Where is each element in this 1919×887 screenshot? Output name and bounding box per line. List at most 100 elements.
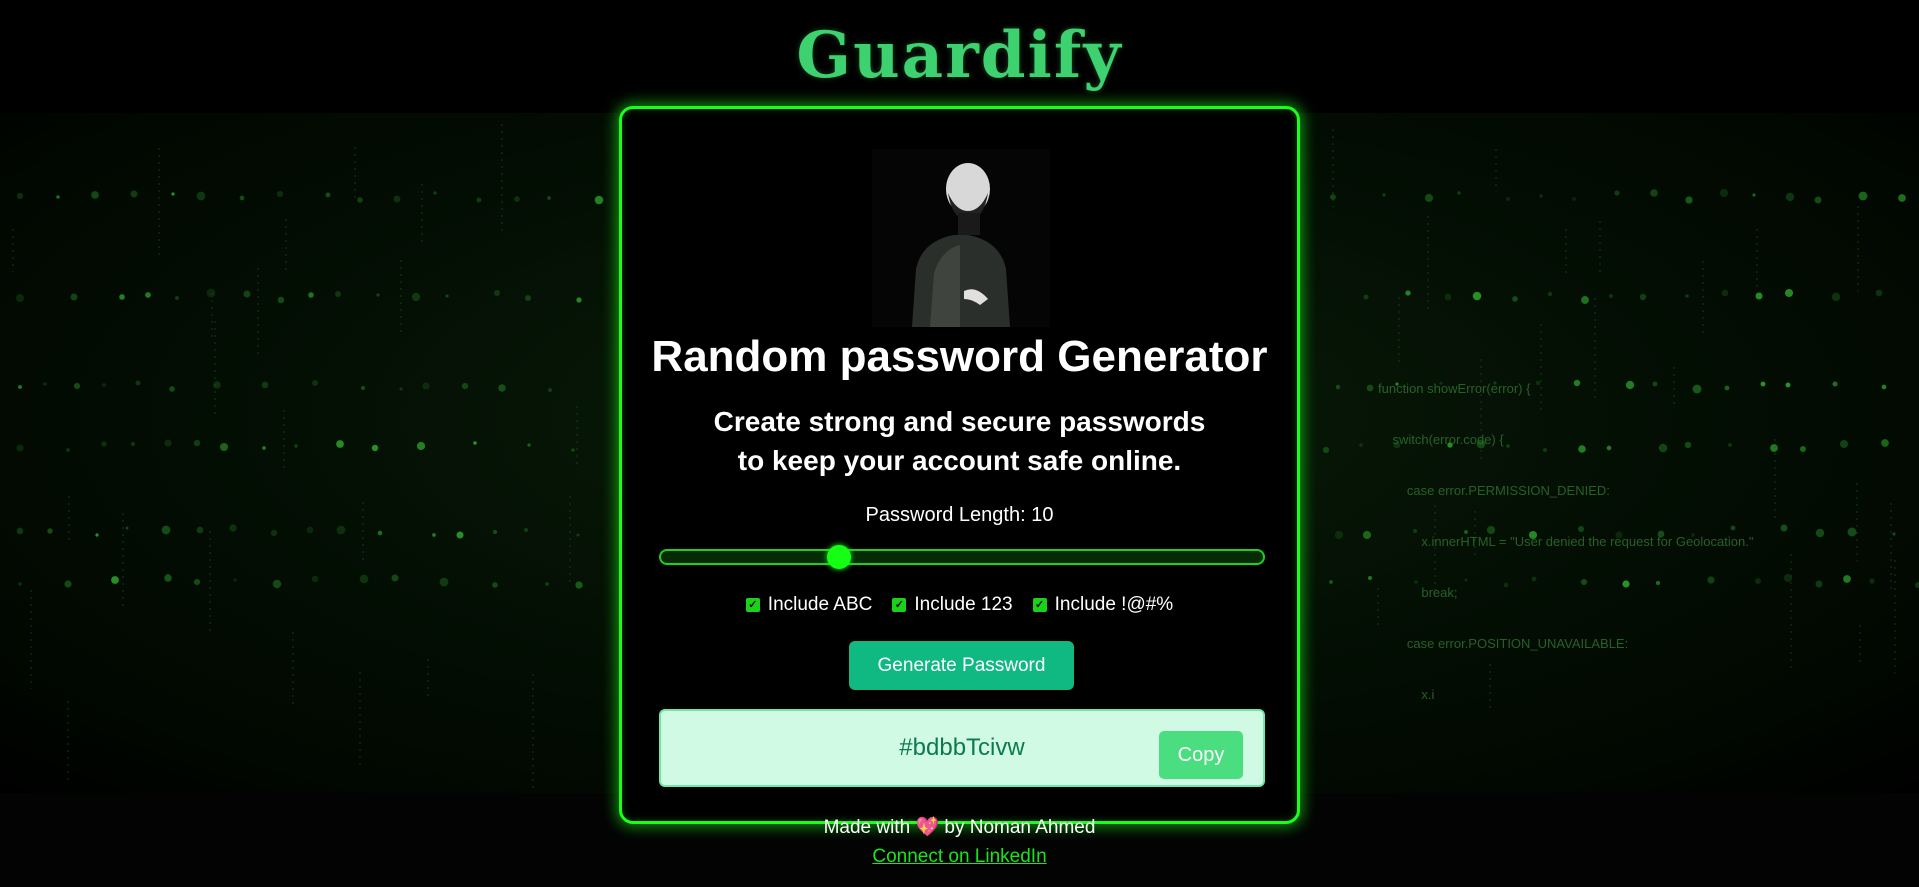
- background-dot: [1815, 528, 1825, 538]
- background-code: function showError(error) { switch(error…: [1378, 346, 1753, 737]
- background-code-line: case error.PERMISSION_DENIED:: [1378, 483, 1610, 498]
- copy-button[interactable]: Copy: [1159, 731, 1243, 779]
- background-dot: [193, 578, 201, 586]
- background-dot: [377, 530, 383, 536]
- checkbox-symbols[interactable]: ✓: [1032, 598, 1047, 612]
- background-dot: [1814, 196, 1822, 204]
- options-row: ✓ Include ABC ✓ Include 123 ✓ Include !@…: [622, 594, 1297, 616]
- background-dot: [193, 439, 201, 447]
- background-dot: [1869, 578, 1875, 584]
- background-dot: [16, 294, 24, 302]
- background-dot: [399, 387, 403, 391]
- background-code-line: case error.POSITION_UNAVAILABLE:: [1378, 636, 1629, 651]
- background-dot: [545, 582, 549, 586]
- background-dot: [262, 446, 266, 450]
- background-dot: [411, 292, 421, 302]
- background-dot: [1785, 192, 1795, 202]
- background-dot: [229, 524, 237, 532]
- background-code-line: x.i: [1378, 687, 1435, 702]
- background-dot: [16, 444, 24, 452]
- background-dot: [1367, 575, 1373, 581]
- background-dot: [1799, 445, 1807, 453]
- background-dot: [213, 381, 221, 389]
- background-dot: [1581, 296, 1589, 304]
- background-dot: [1685, 294, 1689, 298]
- background-dot: [1457, 191, 1461, 195]
- background-dot: [1881, 384, 1887, 390]
- background-dot: [1721, 289, 1729, 297]
- background-dot: [1472, 291, 1482, 301]
- background-dot: [1444, 293, 1452, 301]
- background-dot: [527, 443, 531, 447]
- background-dot: [43, 382, 47, 386]
- background-dot: [1539, 194, 1543, 198]
- background-dot: [161, 525, 171, 535]
- background-dot: [243, 290, 251, 298]
- background-dot: [492, 582, 498, 588]
- background-dot: [174, 295, 180, 301]
- background-dot: [196, 191, 206, 201]
- background-dot: [1881, 439, 1889, 447]
- background-dot: [1780, 524, 1788, 532]
- background-dot: [1685, 196, 1693, 204]
- option-include-abc[interactable]: ✓ Include ABC: [745, 594, 873, 616]
- slider-thumb[interactable]: [826, 545, 851, 569]
- background-dot: [130, 441, 136, 447]
- background-dot: [164, 574, 172, 582]
- hacker-avatar-image: [872, 149, 1050, 327]
- generate-password-button[interactable]: Generate Password: [849, 641, 1074, 690]
- background-dot: [371, 444, 379, 452]
- background-dot: [1609, 294, 1613, 298]
- background-dot: [145, 292, 151, 298]
- background-dot: [130, 190, 138, 198]
- checkbox-123[interactable]: ✓: [892, 598, 907, 612]
- password-length-label: Password Length: 10: [865, 504, 1054, 526]
- option-include-123[interactable]: ✓ Include 123: [892, 594, 1013, 616]
- page-title: Random password Generator: [651, 332, 1268, 381]
- password-length-slider[interactable]: [659, 545, 1265, 569]
- background-dot: [525, 295, 531, 301]
- background-dot: [359, 574, 369, 584]
- background-dot: [393, 195, 401, 203]
- background-dot: [1770, 444, 1778, 452]
- background-dot: [1784, 288, 1794, 298]
- background-dot: [101, 441, 107, 447]
- background-dot: [1512, 296, 1518, 302]
- background-dot: [336, 440, 344, 448]
- background-dot: [294, 444, 298, 448]
- background-dot: [18, 385, 22, 389]
- background-dot: [476, 197, 482, 203]
- option-include-symbols[interactable]: ✓ Include !@#%: [1032, 594, 1174, 616]
- background-dot: [164, 439, 172, 447]
- background-dot: [1858, 191, 1868, 201]
- background-dot: [376, 293, 380, 297]
- background-dot: [1754, 577, 1762, 585]
- background-dot: [272, 579, 282, 589]
- background-dot: [461, 382, 469, 390]
- background-dot: [493, 289, 501, 297]
- background-dot: [125, 526, 129, 530]
- footer-link: Connect on LinkedIn: [0, 846, 1919, 868]
- background-dot: [70, 293, 78, 301]
- option-label: Include ABC: [767, 594, 873, 615]
- background-dot: [1650, 189, 1658, 197]
- background-dot: [47, 528, 53, 534]
- linkedin-link[interactable]: Connect on LinkedIn: [872, 846, 1046, 867]
- background-dot: [336, 525, 346, 535]
- background-dot: [594, 195, 604, 205]
- background-dot: [169, 386, 175, 392]
- background-dot: [1815, 580, 1823, 588]
- background-dot: [306, 526, 314, 534]
- subtitle-line: Create strong and secure passwords: [713, 406, 1206, 437]
- background-dot: [445, 294, 449, 298]
- background-dot: [1335, 384, 1341, 390]
- checkbox-abc[interactable]: ✓: [745, 598, 760, 612]
- background-dot: [64, 580, 72, 588]
- background-dot: [196, 526, 204, 534]
- background-dot: [432, 533, 436, 537]
- background-dot: [576, 297, 582, 303]
- background-dot: [239, 195, 245, 201]
- background-dot: [1424, 193, 1434, 203]
- background-dot: [1614, 190, 1620, 196]
- option-label: Include !@#%: [1054, 594, 1174, 615]
